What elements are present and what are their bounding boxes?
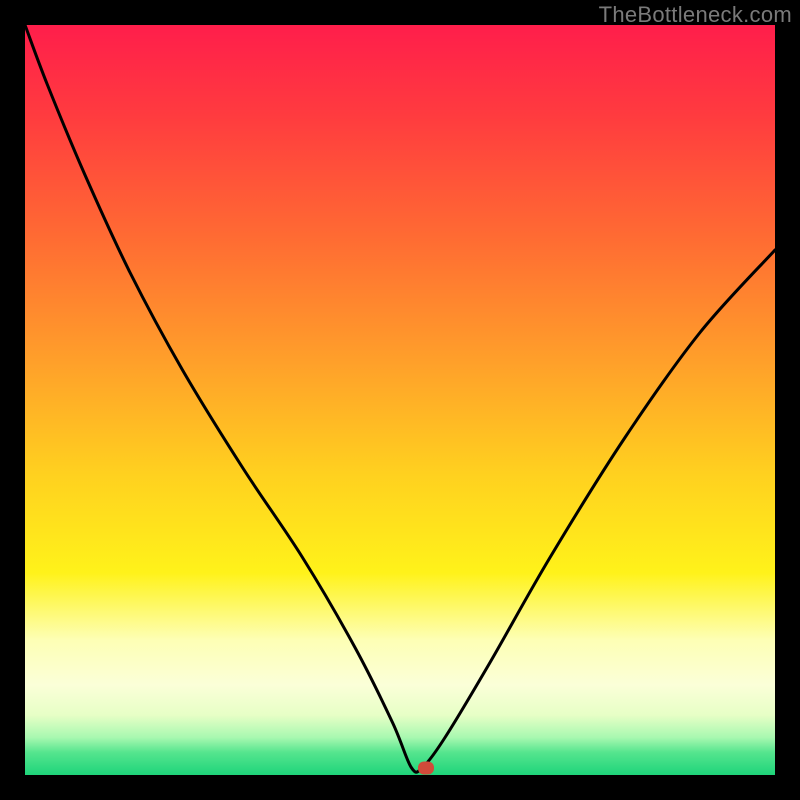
chart-svg — [25, 25, 775, 775]
watermark-text: TheBottleneck.com — [599, 2, 792, 28]
optimum-marker — [418, 761, 434, 774]
gradient-background — [25, 25, 775, 775]
plot-area — [25, 25, 775, 775]
chart-frame: TheBottleneck.com — [0, 0, 800, 800]
